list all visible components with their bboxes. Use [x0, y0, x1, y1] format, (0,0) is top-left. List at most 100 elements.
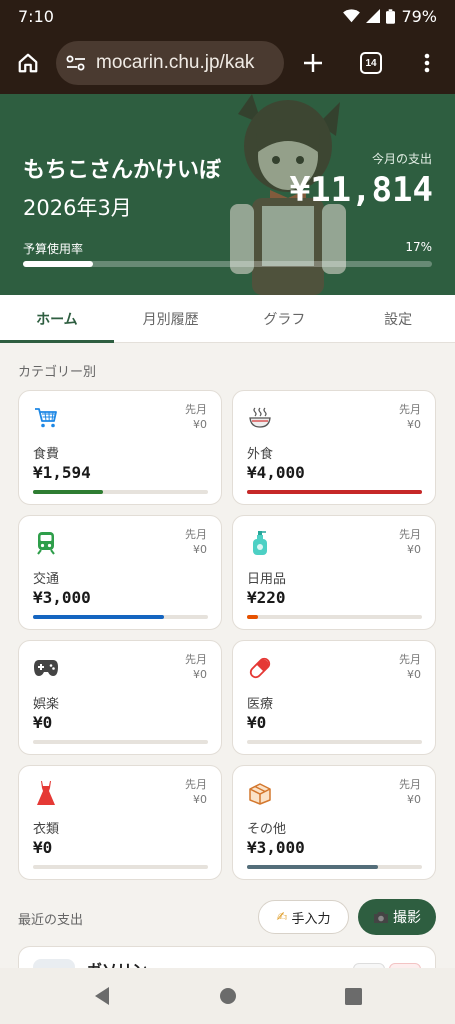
recents-button[interactable] — [291, 987, 417, 1005]
category-amount: ¥220 — [247, 588, 286, 607]
category-amount: ¥3,000 — [247, 838, 305, 857]
previous-month-label: 先月 ¥0 — [185, 403, 207, 431]
recent-section-label: 最近の支出 — [18, 913, 84, 928]
tab-home[interactable]: ホーム — [0, 295, 114, 343]
category-card-food[interactable]: 先月 ¥0 食費 ¥1,594 — [18, 390, 222, 505]
system-navigation-bar — [0, 968, 455, 1024]
category-card-medical[interactable]: 先月 ¥0 医療 ¥0 — [232, 640, 436, 755]
writing-hand-icon: ✍ — [276, 909, 288, 925]
category-progress-bar — [247, 615, 422, 619]
photo-entry-label: 撮影 — [393, 910, 421, 926]
category-name: 日用品 — [247, 572, 287, 587]
category-progress-bar — [247, 490, 422, 494]
app-title: もちこさんかけいぼ — [23, 158, 222, 183]
category-progress-fill — [33, 615, 165, 619]
plus-icon — [304, 54, 322, 72]
battery-icon — [386, 8, 396, 24]
previous-month-label: 先月 ¥0 — [399, 653, 421, 681]
budget-progress-fill — [23, 261, 93, 267]
photo-entry-button[interactable]: 撮影 — [358, 899, 436, 935]
monthly-spend-label: 今月の支出 — [371, 152, 432, 166]
category-progress-bar — [33, 490, 208, 494]
home-button[interactable] — [0, 32, 56, 94]
summary-header: もちこさんかけいぼ 2026年3月 今月の支出 ¥11,814 予算使用率 17… — [0, 94, 455, 295]
category-progress-bar — [33, 615, 208, 619]
category-name: 食費 — [33, 447, 60, 462]
train-icon — [33, 530, 59, 556]
category-card-transport[interactable]: 先月 ¥0 交通 ¥3,000 — [18, 515, 222, 630]
browser-toolbar: mocarin.chu.jp/kak 14 — [0, 32, 455, 94]
manual-entry-label: 手入力 — [291, 911, 331, 927]
previous-month-label: 先月 ¥0 — [399, 403, 421, 431]
current-month: 2026年3月 — [23, 196, 132, 220]
status-bar: 7:10 79% — [0, 0, 455, 32]
tab-graph[interactable]: グラフ — [228, 295, 342, 342]
cart-icon — [33, 405, 59, 431]
camera-icon — [374, 911, 388, 923]
category-progress-bar — [33, 740, 208, 744]
previous-month-label: 先月 ¥0 — [399, 528, 421, 556]
signal-icon — [366, 9, 381, 23]
back-triangle-icon — [94, 987, 109, 1005]
dress-icon — [33, 780, 59, 806]
category-card-daily-goods[interactable]: 先月 ¥0 日用品 ¥220 — [232, 515, 436, 630]
tab-switcher-button[interactable]: 14 — [342, 52, 400, 74]
battery-percent: 79% — [401, 6, 437, 26]
address-bar[interactable]: mocarin.chu.jp/kak — [56, 41, 284, 85]
bowl-icon — [247, 405, 273, 431]
tab-count: 14 — [360, 52, 382, 74]
category-name: 医療 — [247, 697, 274, 712]
manual-entry-button[interactable]: ✍ 手入力 — [258, 900, 349, 934]
category-amount: ¥3,000 — [33, 588, 91, 607]
category-section-label: カテゴリー別 — [18, 365, 97, 380]
category-progress-fill — [247, 615, 258, 619]
category-card-dining-out[interactable]: 先月 ¥0 外食 ¥4,000 — [232, 390, 436, 505]
tab-monthly-history[interactable]: 月別履歴 — [114, 295, 228, 342]
monthly-spend-amount: ¥11,814 — [289, 170, 433, 210]
budget-progress-bar — [23, 261, 432, 267]
previous-month-label: 先月 ¥0 — [185, 528, 207, 556]
category-name: 外食 — [247, 447, 274, 462]
previous-month-label: 先月 ¥0 — [185, 653, 207, 681]
home-circle-icon — [219, 988, 236, 1004]
package-icon — [247, 780, 273, 806]
new-tab-button[interactable] — [284, 53, 342, 73]
recents-square-icon — [345, 987, 362, 1005]
category-progress-fill — [247, 865, 379, 869]
home-nav-button[interactable] — [165, 987, 291, 1005]
gamepad-icon — [33, 655, 59, 681]
category-progress-bar — [247, 740, 422, 744]
category-name: 交通 — [33, 572, 60, 587]
category-amount: ¥0 — [33, 713, 53, 732]
previous-month-label: 先月 ¥0 — [399, 778, 421, 806]
category-name: 衣類 — [33, 822, 60, 837]
category-card-clothing[interactable]: 先月 ¥0 衣類 ¥0 — [18, 765, 222, 880]
site-settings-icon[interactable] — [66, 55, 88, 71]
category-amount: ¥4,000 — [247, 463, 305, 482]
category-progress-fill — [247, 490, 422, 494]
category-amount: ¥0 — [247, 713, 267, 732]
status-indicators: 79% — [343, 7, 437, 26]
category-progress-fill — [33, 490, 103, 494]
status-time: 7:10 — [18, 6, 54, 26]
recent-expenses-header: 最近の支出 ✍ 手入力 撮影 — [0, 898, 455, 938]
more-vert-icon — [424, 53, 430, 73]
previous-month-label: 先月 ¥0 — [185, 778, 207, 806]
wifi-icon — [343, 9, 361, 23]
soap-bottle-icon — [247, 530, 273, 556]
url-text: mocarin.chu.jp/kak — [96, 52, 255, 73]
budget-usage-label: 予算使用率 — [23, 242, 84, 256]
category-name: 娯楽 — [33, 697, 60, 712]
category-card-other[interactable]: 先月 ¥0 その他 ¥3,000 — [232, 765, 436, 880]
category-amount: ¥0 — [33, 838, 53, 857]
tab-bar: ホーム 月別履歴 グラフ 設定 — [0, 295, 455, 343]
category-progress-bar — [33, 865, 208, 869]
category-name: その他 — [247, 822, 287, 837]
home-icon — [18, 53, 38, 73]
category-card-entertainment[interactable]: 先月 ¥0 娯楽 ¥0 — [18, 640, 222, 755]
browser-menu-button[interactable] — [400, 53, 454, 73]
budget-usage-percent: 17% — [405, 240, 432, 254]
category-amount: ¥1,594 — [33, 463, 91, 482]
back-button[interactable] — [39, 986, 165, 1006]
tab-settings[interactable]: 設定 — [341, 295, 455, 342]
